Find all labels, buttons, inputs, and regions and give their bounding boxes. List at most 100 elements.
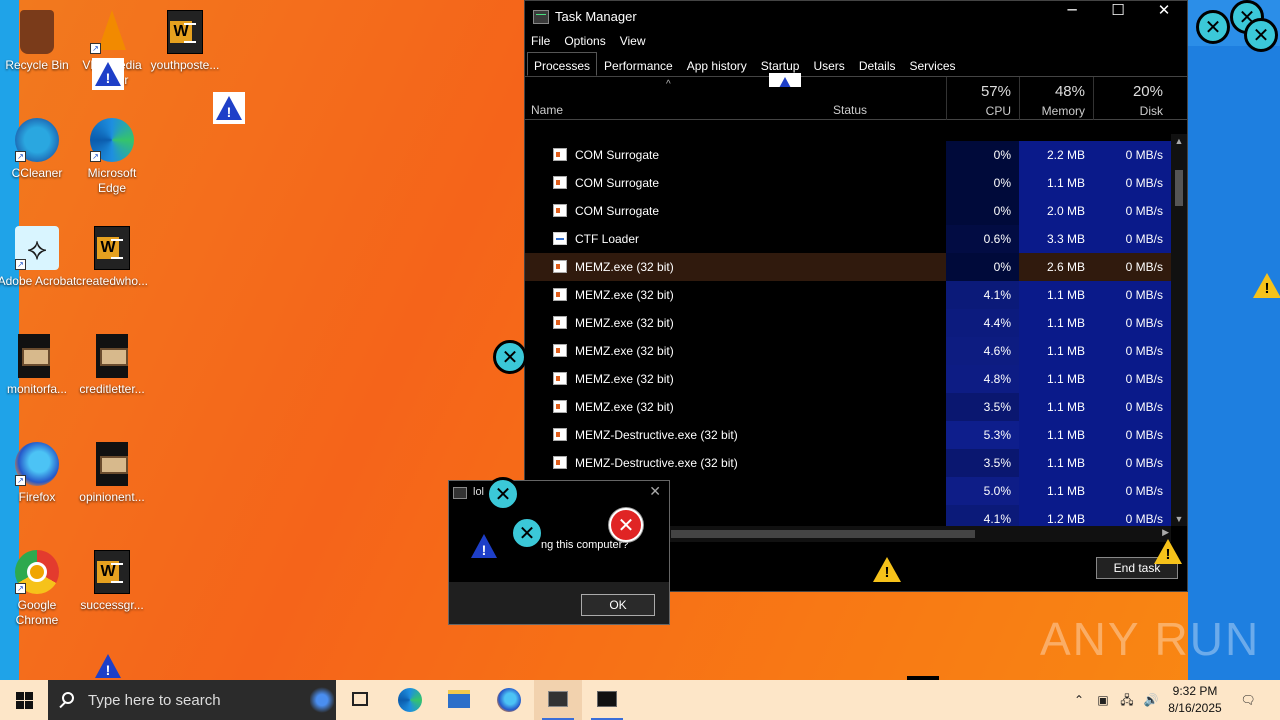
- table-row[interactable]: COM Surrogate 0% 2.0 MB 0 MB/s: [525, 197, 1171, 225]
- desktop-icon-label: Adobe Acrobat: [0, 274, 77, 288]
- desktop-icon-ccleaner[interactable]: ↗ CCleaner: [0, 118, 77, 181]
- desktop-icon-acrobat[interactable]: ⟡ ↗ Adobe Acrobat: [0, 226, 77, 289]
- shortcut-arrow-icon: ↗: [15, 151, 26, 162]
- tab-processes[interactable]: Processes: [527, 52, 598, 76]
- menu-bar: File Options View: [525, 32, 1187, 52]
- notification-icon[interactable]: 🗨: [1234, 680, 1262, 720]
- tab-users[interactable]: Users: [806, 52, 851, 76]
- recycle-bin-icon: [20, 10, 54, 54]
- error-icon: [486, 477, 520, 511]
- tab-performance[interactable]: Performance: [597, 52, 680, 76]
- scroll-thumb[interactable]: [1175, 170, 1183, 206]
- process-icon: [553, 372, 567, 385]
- disk-value: 0 MB/s: [1093, 393, 1171, 421]
- tab-services[interactable]: Services: [903, 52, 963, 76]
- taskbar-memz[interactable]: [583, 680, 631, 720]
- search-icon: [62, 692, 74, 704]
- volume-icon[interactable]: 🔊: [1140, 680, 1162, 720]
- desktop-icon-label: successgr...: [80, 598, 144, 612]
- menu-file[interactable]: File: [531, 32, 558, 52]
- column-status[interactable]: Status: [833, 103, 867, 117]
- table-row[interactable]: MEMZ.exe (32 bit) 4.6% 1.1 MB 0 MB/s: [525, 337, 1171, 365]
- image-document-icon: [18, 334, 50, 378]
- cpu-value: 5.0%: [946, 477, 1019, 505]
- cpu-value: 0%: [946, 141, 1019, 169]
- desktop-icon-firefox[interactable]: ↗ Firefox: [0, 442, 77, 505]
- table-row[interactable]: MEMZ.exe (32 bit) 4.4% 1.1 MB 0 MB/s: [525, 309, 1171, 337]
- cpu-value: 4.4%: [946, 309, 1019, 337]
- process-name: MEMZ.exe (32 bit): [575, 260, 674, 274]
- desktop-icon-createdwho[interactable]: createdwho...: [72, 226, 152, 289]
- title-bar[interactable]: Task Manager ─ ☐ ✕: [525, 1, 1187, 32]
- column-name[interactable]: Name: [531, 103, 563, 117]
- taskbar-task-manager[interactable]: [534, 680, 582, 720]
- table-row[interactable]: MEMZ.exe (32 bit) 4.1% 1.1 MB 0 MB/s: [525, 281, 1171, 309]
- column-disk[interactable]: 20% Disk: [1093, 77, 1171, 120]
- table-row[interactable]: COM Surrogate 0% 1.1 MB 0 MB/s: [525, 169, 1171, 197]
- table-row[interactable]: MEMZ.exe (32 bit) 3.5% 1.1 MB 0 MB/s: [525, 393, 1171, 421]
- menu-view[interactable]: View: [620, 32, 654, 52]
- close-icon[interactable]: ✕: [649, 484, 661, 500]
- disk-value: 0 MB/s: [1093, 421, 1171, 449]
- ok-button[interactable]: OK: [581, 594, 655, 616]
- minimize-button[interactable]: ─: [1049, 1, 1095, 32]
- disk-value: 0 MB/s: [1093, 365, 1171, 393]
- desktop-icon-label: createdwho...: [75, 274, 149, 288]
- table-row[interactable]: MEMZ-Destructive.exe (32 bit) 5.3% 1.1 MB 0…: [525, 421, 1171, 449]
- error-icon: [1244, 18, 1278, 52]
- shortcut-arrow-icon: ↗: [15, 583, 26, 594]
- warning-icon: [468, 530, 500, 562]
- scroll-right-icon[interactable]: ▶: [1162, 527, 1169, 538]
- scroll-up-icon[interactable]: ▲: [1171, 136, 1187, 146]
- column-cpu[interactable]: 57% CPU: [946, 77, 1019, 120]
- menu-options[interactable]: Options: [564, 32, 613, 52]
- table-row[interactable]: COM Surrogate 0% 2.2 MB 0 MB/s: [525, 141, 1171, 169]
- memory-value: 2.0 MB: [1019, 197, 1093, 225]
- desktop-icon-chrome[interactable]: ↗ Google Chrome: [0, 550, 77, 628]
- desktop-icon-successgr[interactable]: successgr...: [72, 550, 152, 613]
- network-monitor-icon[interactable]: ▣: [1092, 680, 1114, 720]
- column-memory[interactable]: 48% Memory: [1019, 77, 1093, 120]
- memory-value: 1.1 MB: [1019, 477, 1093, 505]
- taskbar-firefox[interactable]: [485, 680, 533, 720]
- start-button[interactable]: [0, 680, 48, 720]
- maximize-button[interactable]: ☐: [1095, 1, 1141, 32]
- table-row[interactable]: MEMZ-Destructive.exe (32 bit) 3.5% 1.1 MB 0…: [525, 449, 1171, 477]
- close-button[interactable]: ✕: [1141, 1, 1187, 32]
- tab-app-history[interactable]: App history: [680, 52, 754, 76]
- task-view-button[interactable]: [336, 680, 384, 720]
- taskbar-file-explorer[interactable]: [435, 680, 483, 720]
- memory-value: 2.6 MB: [1019, 253, 1093, 281]
- table-row[interactable]: MEMZ.exe (32 bit) 0% 2.6 MB 0 MB/s: [525, 253, 1171, 281]
- vertical-scrollbar[interactable]: ▲ ▼: [1171, 134, 1187, 526]
- edge-icon: ↗: [90, 118, 134, 162]
- desktop-icon-edge[interactable]: ↗ Microsoft Edge: [72, 118, 152, 196]
- search-box[interactable]: Type here to search: [48, 680, 336, 720]
- background-strip-right: [1188, 0, 1280, 680]
- desktop-icon-creditletter[interactable]: creditletter...: [72, 334, 152, 397]
- column-header: ^ Name Status 57% CPU 48% Memory 20% Dis…: [525, 77, 1187, 120]
- desktop-icon-opinionent[interactable]: opinionent...: [72, 442, 152, 505]
- disk-value: 0 MB/s: [1093, 197, 1171, 225]
- scroll-down-icon[interactable]: ▼: [1171, 514, 1187, 524]
- memory-value: 1.1 MB: [1019, 365, 1093, 393]
- disk-value: 0 MB/s: [1093, 337, 1171, 365]
- tab-details[interactable]: Details: [852, 52, 903, 76]
- clock[interactable]: 9:32 PM 8/16/2025: [1163, 683, 1227, 717]
- taskbar-edge[interactable]: [386, 680, 434, 720]
- table-row[interactable]: MEMZ.exe (32 bit) 4.8% 1.1 MB 0 MB/s: [525, 365, 1171, 393]
- firefox-icon: [497, 688, 521, 712]
- network-icon[interactable]: 🖧: [1116, 680, 1138, 720]
- memory-value: 3.3 MB: [1019, 225, 1093, 253]
- desktop-icon-monitorfa[interactable]: monitorfa...: [0, 334, 77, 397]
- disk-value: 0 MB/s: [1093, 169, 1171, 197]
- hscroll-thumb[interactable]: [671, 530, 975, 538]
- desktop-icon-label: Microsoft Edge: [87, 166, 137, 195]
- sort-arrow-icon[interactable]: ^: [666, 79, 671, 90]
- process-icon: [553, 400, 567, 413]
- desktop-icon-recycle-bin[interactable]: Recycle Bin: [0, 10, 77, 73]
- table-row[interactable]: CTF Loader 0.6% 3.3 MB 0 MB/s: [525, 225, 1171, 253]
- desktop-icon-youthposte[interactable]: youthposte...: [145, 10, 225, 73]
- show-hidden-icons[interactable]: ⌃: [1068, 680, 1090, 720]
- disk-value: 0 MB/s: [1093, 253, 1171, 281]
